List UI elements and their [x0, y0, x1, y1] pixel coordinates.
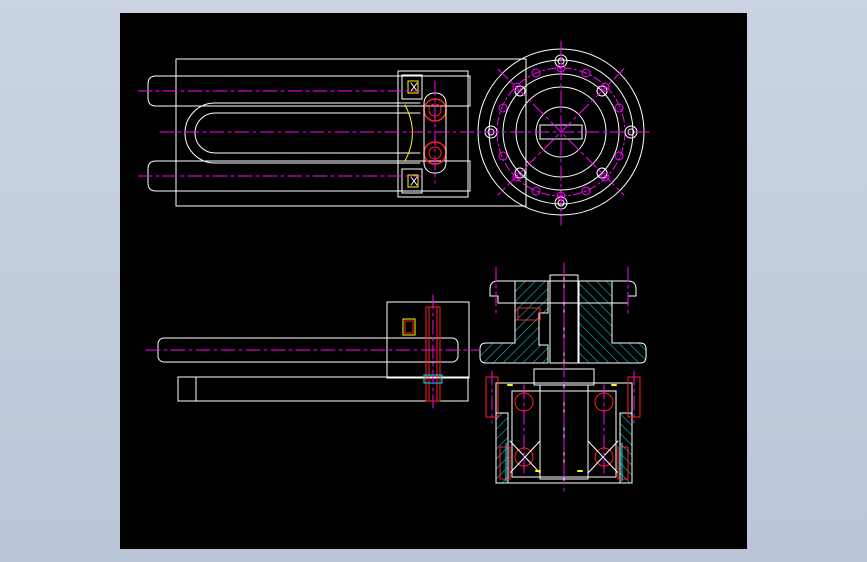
u-slot-outer	[184, 102, 421, 164]
front-view	[157, 274, 647, 484]
top-centerlines	[137, 40, 651, 226]
u-slot-inner	[194, 112, 421, 154]
cad-drawing-canvas[interactable]	[120, 13, 747, 549]
cad-drawing	[137, 40, 651, 492]
cap-screws	[485, 376, 641, 480]
